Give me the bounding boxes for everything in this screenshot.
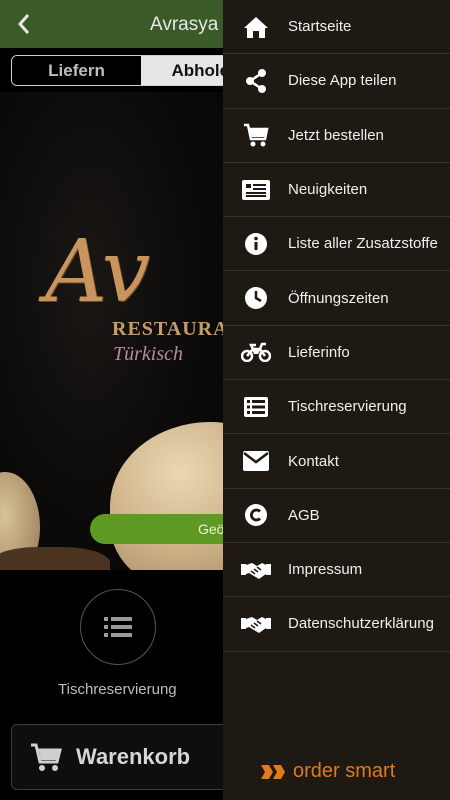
menu-label: Jetzt bestellen xyxy=(288,126,384,144)
menu-item-privacy[interactable]: Datenschutzerklärung xyxy=(223,597,450,652)
handshake-icon xyxy=(223,560,288,580)
navigation-drawer: Startseite Diese App teilen Jetzt bestel… xyxy=(223,0,450,800)
menu-label: Lieferinfo xyxy=(288,343,350,361)
chevron-left-icon xyxy=(17,14,30,34)
logo-subtitle: Türkisch xyxy=(113,343,183,365)
menu-label: Startseite xyxy=(288,18,352,36)
menu-label: Liste aller Zusatzstoffe xyxy=(288,235,438,253)
table-reservation-label: Tischreservierung xyxy=(58,681,177,698)
menu-item-contact[interactable]: Kontakt xyxy=(223,434,450,489)
motorcycle-icon xyxy=(223,342,288,363)
restaurant-logo: Av xyxy=(45,222,150,322)
menu-item-impressum[interactable]: Impressum xyxy=(223,543,450,598)
order-smart-logo: order smart xyxy=(259,760,395,783)
handshake-icon xyxy=(223,614,288,634)
menu-item-hours[interactable]: Öffnungszeiten xyxy=(223,271,450,326)
back-button[interactable] xyxy=(0,0,48,48)
share-icon xyxy=(223,68,288,93)
meat-image xyxy=(0,547,110,570)
menu-item-news[interactable]: Neuigkeiten xyxy=(223,163,450,218)
menu-item-agb[interactable]: AGB xyxy=(223,489,450,543)
home-icon xyxy=(223,15,288,39)
menu-item-startseite[interactable]: Startseite xyxy=(223,0,450,55)
list-icon xyxy=(104,617,132,637)
news-icon xyxy=(223,179,288,200)
list-icon xyxy=(223,396,288,417)
info-icon xyxy=(223,232,288,256)
logo-restaurant-text: RESTAURA xyxy=(112,318,229,340)
cart-icon xyxy=(31,743,62,771)
menu-label: Tischreservierung xyxy=(288,398,407,416)
menu-label: Impressum xyxy=(288,561,363,579)
menu-label: Datenschutzerklärung xyxy=(288,615,434,633)
menu-label: Öffnungszeiten xyxy=(288,289,389,307)
menu-item-share[interactable]: Diese App teilen xyxy=(223,54,450,109)
clock-icon xyxy=(223,286,288,310)
burger-image xyxy=(110,422,223,570)
cart-label: Warenkorb xyxy=(76,744,191,769)
mail-icon xyxy=(223,451,288,472)
menu-label: Neuigkeiten xyxy=(288,181,368,199)
brand-text: order smart xyxy=(293,760,396,782)
menu-label: Kontakt xyxy=(288,452,339,470)
tab-liefern[interactable]: Liefern xyxy=(12,56,141,85)
menu-label: AGB xyxy=(288,506,320,524)
copyright-icon xyxy=(223,503,288,527)
menu-item-order[interactable]: Jetzt bestellen xyxy=(223,109,450,163)
menu-item-delivery-info[interactable]: Lieferinfo xyxy=(223,326,450,381)
menu-item-additives[interactable]: Liste aller Zusatzstoffe xyxy=(223,217,450,272)
cart-icon xyxy=(223,123,288,147)
order-smart-icon xyxy=(261,764,285,779)
table-reservation-button[interactable] xyxy=(80,589,156,665)
menu-item-table-reservation[interactable]: Tischreservierung xyxy=(223,380,450,435)
menu-label: Diese App teilen xyxy=(288,72,397,90)
